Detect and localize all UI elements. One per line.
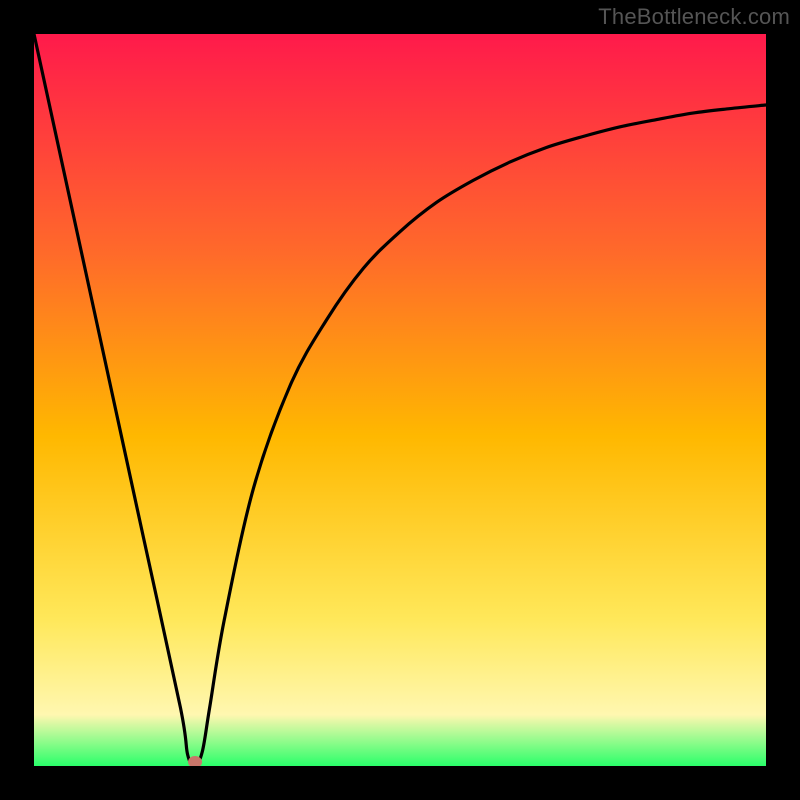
plot-area — [34, 34, 766, 766]
chart-canvas — [34, 34, 766, 766]
attribution-label: TheBottleneck.com — [598, 4, 790, 30]
gradient-background — [34, 34, 766, 766]
chart-frame: TheBottleneck.com — [0, 0, 800, 800]
